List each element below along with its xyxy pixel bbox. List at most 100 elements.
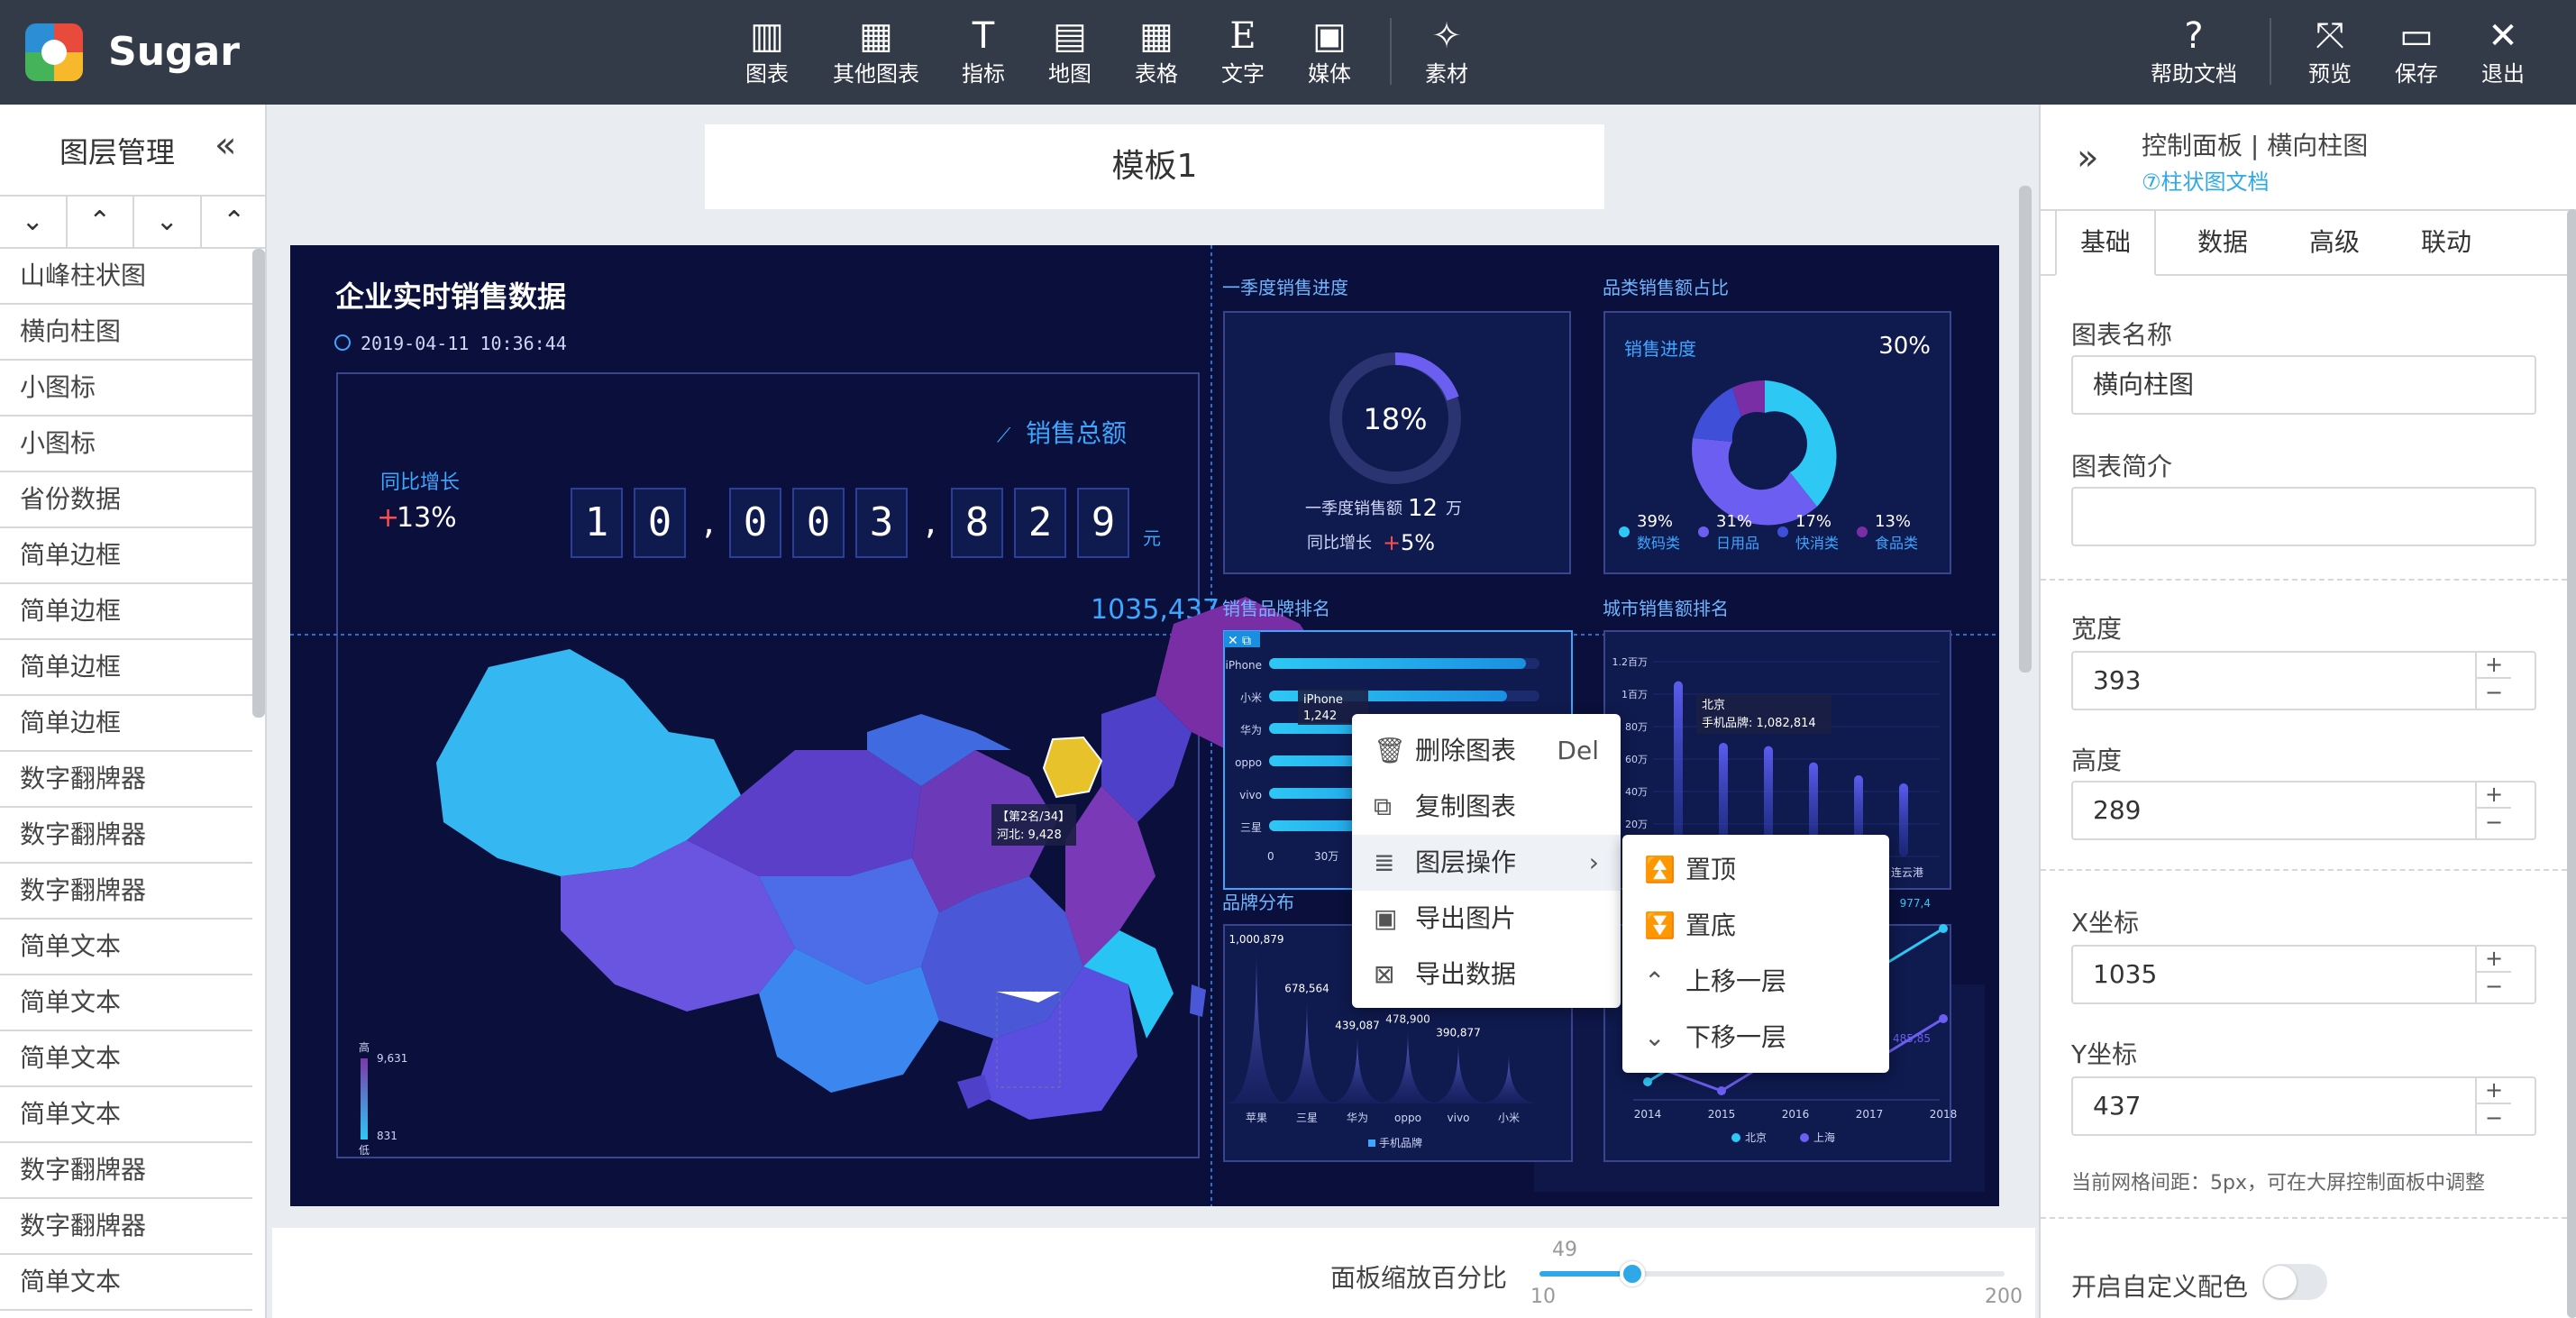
menu-export-image[interactable]: ▣ 导出图片 [1352,891,1621,947]
move-top-icon[interactable]: ⌃ [202,197,268,247]
collapse-left-icon[interactable]: « [215,124,236,166]
width-stepper[interactable]: + − [2475,651,2511,710]
x-coord-input[interactable]: 1035 [2071,945,2536,1004]
y-coord-input[interactable]: 437 [2071,1076,2536,1136]
height-stepper[interactable]: + − [2475,781,2511,840]
layer-item[interactable]: 简单文本 [0,1087,252,1143]
move-up-icon[interactable]: ⌃ [68,197,134,247]
submenu-send-to-back[interactable]: ⏬ 置底 [1622,898,1889,954]
copy-chart-icon[interactable]: ⧉ [1242,634,1251,648]
preview-button[interactable]: ⤧ 预览 [2289,14,2370,88]
toolbar-map-button[interactable]: ▤ 地图 [1029,14,1110,88]
minus-icon[interactable]: − [2477,809,2511,837]
tab-advanced[interactable]: 高级 [2284,209,2385,276]
brand-label: vivo [1448,1112,1470,1124]
exit-button[interactable]: ✕ 退出 [2462,14,2544,88]
layer-item[interactable]: 数字翻牌器 [0,1199,252,1255]
plus-icon[interactable]: + [2477,651,2511,679]
layer-item[interactable]: 数字翻牌器 [0,1143,252,1199]
minus-icon[interactable]: − [2477,679,2511,707]
layer-item[interactable]: 简单文本 [0,975,252,1031]
width-input[interactable]: 393 [2071,651,2536,710]
x-stepper[interactable]: + − [2475,945,2511,1004]
tab-basic[interactable]: 基础 [2055,209,2156,276]
plus-icon[interactable]: + [2477,781,2511,809]
chart-name-input[interactable]: 横向柱图 [2071,355,2536,415]
city-tooltip-value: 手机品牌: 1,082,814 [1702,716,1816,730]
double-up-icon: ⏫ [1644,855,1676,884]
q1-amount-unit: 万 [1446,499,1462,518]
help-docs-button[interactable]: ? 帮助文档 [2140,14,2248,88]
toolbar-assets-button[interactable]: ✧ 素材 [1406,14,1487,88]
layer-item[interactable]: 小图标 [0,416,252,472]
layer-item[interactable]: 简单文本 [0,1031,252,1087]
layer-item[interactable]: 数字翻牌器 [0,864,252,920]
submenu-move-down[interactable]: ⌄ 下移一层 [1622,1010,1889,1066]
layer-item[interactable]: 简单边框 [0,584,252,640]
layer-item[interactable]: 简单边框 [0,640,252,696]
tab-linkage[interactable]: 联动 [2396,209,2497,276]
digit-value: 0 [648,499,672,545]
brand-value-label: 439,087 [1335,1019,1380,1031]
layer-item[interactable]: 简单文本 [0,920,252,975]
city-y-tick: 40万 [1625,786,1648,798]
chart-name-label: 图表名称 [2071,320,2173,350]
layer-item[interactable]: 数字翻牌器 [0,752,252,808]
top-toolbar: Sugar ▥ 图表 ▦ 其他图表 T 指标 ▤ 地图 ▦ 表格 E 文字 ▣ 媒体 ✧ 素材 … [0,0,2576,105]
toolbar-text-button[interactable]: E 文字 [1202,14,1283,88]
map-legend-bar [361,1058,368,1140]
layer-item[interactable]: 山峰柱状图 [0,249,252,305]
toolbar-metric-button[interactable]: T 指标 [943,14,1024,88]
height-input[interactable]: 289 [2071,781,2536,840]
layer-item[interactable]: 横向柱图 [0,305,252,361]
plus-icon[interactable]: + [2477,1076,2511,1104]
menu-export-data[interactable]: ⊠ 导出数据 [1352,947,1621,1002]
chart-docs-link[interactable]: ⑦柱状图文档 [2142,164,2270,196]
menu-layer-ops[interactable]: ≣ 图层操作 › [1352,835,1621,891]
control-panel: » 控制面板 | 横向柱图 ⑦柱状图文档 基础 数据 高级 联动 图表名称 横向… [2039,105,2576,1318]
layer-item[interactable]: 省份数据 [0,472,252,528]
brand-rank-label: 三星 [1240,821,1262,834]
toolbar-other-charts-button[interactable]: ▦ 其他图表 [826,14,927,88]
move-bottom-icon[interactable]: ⌄ [134,197,202,247]
brand-rank-label: 小米 [1240,691,1262,704]
digit-value: 8 [965,499,990,545]
tab-data[interactable]: 数据 [2172,209,2273,276]
minus-icon[interactable]: − [2477,1104,2511,1132]
layer-item[interactable]: 简单文本 [0,1255,252,1311]
custom-color-toggle[interactable] [2262,1264,2327,1300]
minus-icon[interactable]: − [2477,973,2511,1001]
move-down-icon[interactable]: ⌄ [0,197,68,247]
menu-delete-chart[interactable]: 🗑 删除图表 Del [1352,723,1621,779]
panel-scrollbar[interactable] [2567,209,2576,1318]
text-t-icon: T [972,15,995,57]
toggle-knob [2264,1266,2297,1298]
layer-item[interactable]: 简单边框 [0,528,252,584]
chart-desc-input[interactable] [2071,487,2536,546]
q1-amount-label: 一季度销售额 [1305,499,1402,518]
digit-value: 0 [744,499,768,545]
category-pct: 39% [1637,512,1673,531]
y-stepper[interactable]: + − [2475,1076,2511,1136]
q1-growth-label: 同比增长 [1307,534,1372,553]
layer-list-scrollbar[interactable] [252,249,265,718]
save-button[interactable]: ▭ 保存 [2376,14,2457,88]
submenu-bring-to-front[interactable]: ⏫ 置顶 [1622,842,1889,898]
zoom-slider-handle[interactable] [1620,1261,1646,1286]
template-title[interactable]: 模板1 [705,124,1604,209]
remove-chart-icon[interactable]: ✕ [1228,634,1238,648]
toolbar-chart-button[interactable]: ▥ 图表 [726,14,808,88]
toolbar-media-button[interactable]: ▣ 媒体 [1289,14,1370,88]
stage-scrollbar[interactable] [2019,186,2032,673]
delete-shortcut: Del [1557,736,1599,765]
toolbar-table-button[interactable]: ▦ 表格 [1116,14,1197,88]
layer-item[interactable]: 简单边框 [0,696,252,752]
plus-icon[interactable]: + [2477,945,2511,973]
layer-item[interactable]: 数字翻牌器 [0,808,252,864]
q1-amount: 12 [1408,495,1438,522]
expand-right-icon[interactable]: » [2077,137,2098,178]
menu-copy-chart[interactable]: ⧉ 复制图表 [1352,779,1621,835]
zoom-slider-track[interactable] [1539,1261,2005,1286]
submenu-move-up[interactable]: ⌃ 上移一层 [1622,954,1889,1010]
layer-item[interactable]: 小图标 [0,361,252,416]
